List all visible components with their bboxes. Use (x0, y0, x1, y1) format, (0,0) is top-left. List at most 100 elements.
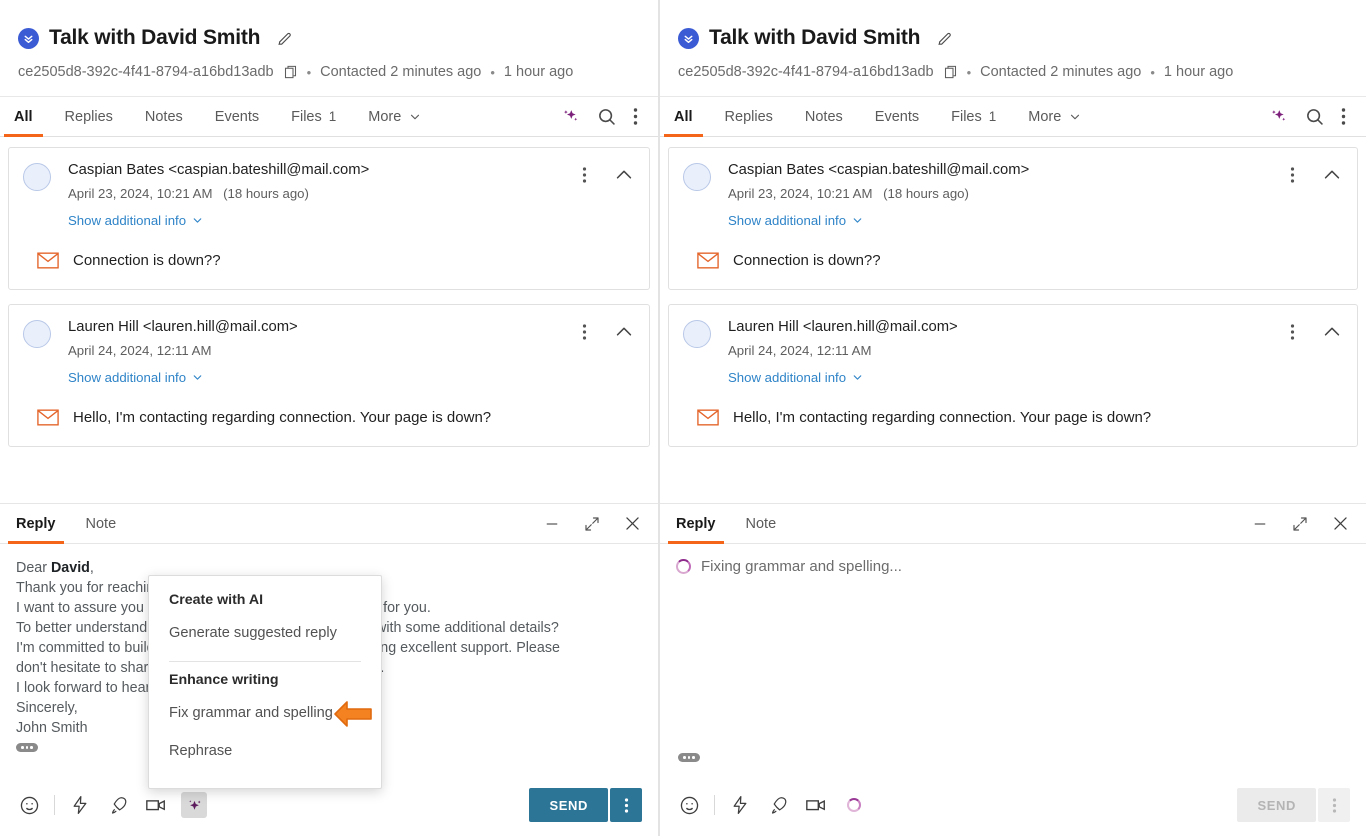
signature-block-icon[interactable] (16, 743, 38, 752)
chevron-down-icon (193, 218, 202, 223)
send-options-kebab-icon[interactable] (1318, 788, 1350, 822)
ai-menu-item-generate-suggested-reply[interactable]: Generate suggested reply (149, 614, 381, 652)
video-camera-icon[interactable] (803, 792, 829, 818)
send-button[interactable]: SEND (529, 788, 608, 822)
ai-sparkles-icon[interactable] (561, 107, 580, 126)
chevron-up-icon[interactable] (613, 164, 635, 186)
rocket-icon[interactable] (765, 792, 791, 818)
tab-files-count: 1 (988, 109, 997, 124)
message-text: Hello, I'm contacting regarding connecti… (733, 409, 1152, 426)
show-additional-info-link[interactable]: Show additional info (728, 213, 864, 228)
chevron-up-icon[interactable] (1321, 164, 1343, 186)
send-button[interactable]: SEND (1237, 788, 1316, 822)
double-chevron-down-icon (18, 27, 39, 49)
tab-more[interactable]: More (1028, 97, 1082, 136)
tab-files-count: 1 (328, 109, 337, 124)
ai-menu-group-label: Enhance writing (169, 672, 279, 688)
ai-sparkles-icon[interactable] (1269, 107, 1288, 126)
ai-menu-group-label: Create with AI (169, 592, 264, 608)
tab-events[interactable]: Events (875, 97, 919, 136)
search-icon[interactable] (1304, 106, 1325, 127)
send-options-kebab-icon[interactable] (610, 788, 642, 822)
conversation-meta: ce2505d8-392c-4f41-8794-a16bd13adb • Con… (18, 64, 640, 80)
close-icon[interactable] (1331, 514, 1350, 533)
ai-loading-label: Fixing grammar and spelling... (701, 558, 902, 575)
search-icon[interactable] (596, 106, 617, 127)
video-camera-icon[interactable] (143, 792, 169, 818)
minimize-icon[interactable] (543, 515, 561, 533)
show-additional-info-label: Show additional info (68, 370, 187, 385)
emoji-icon[interactable] (676, 792, 702, 818)
pencil-icon[interactable] (276, 30, 293, 47)
avatar (23, 163, 51, 191)
tab-events[interactable]: Events (215, 97, 259, 136)
composer-draft-area[interactable]: Fixing grammar and spelling... (660, 544, 1366, 774)
message-timestamp: April 23, 2024, 10:21 AM (18 hours ago) (68, 186, 582, 201)
pencil-icon[interactable] (936, 30, 953, 47)
message-list: Caspian Bates <caspian.bateshill@mail.co… (660, 137, 1366, 503)
tab-notes[interactable]: Notes (805, 97, 843, 136)
tab-files[interactable]: Files 1 (951, 97, 996, 136)
show-additional-info-link[interactable]: Show additional info (68, 370, 204, 385)
composer-toolbar: SEND (660, 774, 1366, 836)
updated-timestamp: 1 hour ago (503, 64, 574, 80)
tab-notes[interactable]: Notes (145, 97, 183, 136)
conversation-id: ce2505d8-392c-4f41-8794-a16bd13adb (18, 64, 274, 80)
expand-icon[interactable] (1291, 515, 1309, 533)
tab-replies[interactable]: Replies (65, 97, 113, 136)
close-icon[interactable] (623, 514, 642, 533)
message-sender: Lauren Hill <lauren.hill@mail.com> (68, 319, 298, 335)
rocket-icon[interactable] (105, 792, 131, 818)
copy-icon[interactable] (943, 64, 958, 80)
ai-menu-item-rephrase[interactable]: Rephrase (149, 732, 381, 770)
tab-label: More (1028, 108, 1062, 125)
reply-composer: Reply Note (660, 503, 1366, 836)
composer-tab-note[interactable]: Note (746, 504, 777, 543)
message-date: April 24, 2024, 12:11 AM (728, 343, 872, 358)
tab-more[interactable]: More (368, 97, 422, 136)
ai-assist-dropdown-menu[interactable]: Create with AI Generate suggested reply … (148, 575, 382, 789)
composer-tab-label: Reply (16, 515, 56, 532)
double-chevron-down-icon (678, 27, 699, 49)
signature-block-icon[interactable] (678, 753, 700, 762)
message-text: Connection is down?? (73, 252, 221, 269)
kebab-menu-icon[interactable] (633, 107, 638, 126)
kebab-menu-icon[interactable] (582, 323, 587, 341)
tab-all[interactable]: All (4, 97, 42, 137)
kebab-menu-icon[interactable] (1290, 166, 1295, 184)
chevron-up-icon[interactable] (1321, 321, 1343, 343)
chevron-up-icon[interactable] (613, 321, 635, 343)
minimize-icon[interactable] (1251, 515, 1269, 533)
email-icon (697, 409, 719, 426)
show-additional-info-link[interactable]: Show additional info (728, 370, 864, 385)
dual-panel-screenshot: Talk with David Smith ce2505d8-392c-4f41… (0, 0, 1366, 836)
expand-icon[interactable] (583, 515, 601, 533)
tab-replies[interactable]: Replies (725, 97, 773, 136)
ai-sparkles-icon[interactable] (181, 792, 207, 818)
tab-label: Events (214, 108, 260, 125)
tab-all[interactable]: All (664, 97, 702, 137)
lightning-icon[interactable] (727, 792, 753, 818)
tab-label: Replies (724, 108, 773, 125)
kebab-menu-icon[interactable] (582, 166, 587, 184)
copy-icon[interactable] (283, 64, 298, 80)
composer-tab-note[interactable]: Note (86, 504, 117, 543)
contacted-status: Contacted 2 minutes ago (320, 64, 482, 80)
kebab-menu-icon[interactable] (1341, 107, 1346, 126)
conversation-header: Talk with David Smith ce2505d8-392c-4f41… (0, 0, 658, 97)
lightning-icon[interactable] (67, 792, 93, 818)
show-additional-info-label: Show additional info (728, 370, 847, 385)
composer-tab-reply[interactable]: Reply (8, 504, 63, 544)
show-additional-info-label: Show additional info (728, 213, 847, 228)
kebab-menu-icon[interactable] (1290, 323, 1295, 341)
conversation-id: ce2505d8-392c-4f41-8794-a16bd13adb (678, 64, 934, 80)
message-sender: Lauren Hill <lauren.hill@mail.com> (728, 319, 958, 335)
message-date: April 23, 2024, 10:21 AM (728, 186, 873, 201)
composer-tab-reply[interactable]: Reply (668, 504, 723, 544)
email-icon (37, 409, 59, 426)
meta-separator: • (490, 64, 495, 80)
emoji-icon[interactable] (16, 792, 42, 818)
show-additional-info-link[interactable]: Show additional info (68, 213, 204, 228)
tab-files[interactable]: Files 1 (291, 97, 336, 136)
ai-loading-spinner-icon (841, 792, 867, 818)
